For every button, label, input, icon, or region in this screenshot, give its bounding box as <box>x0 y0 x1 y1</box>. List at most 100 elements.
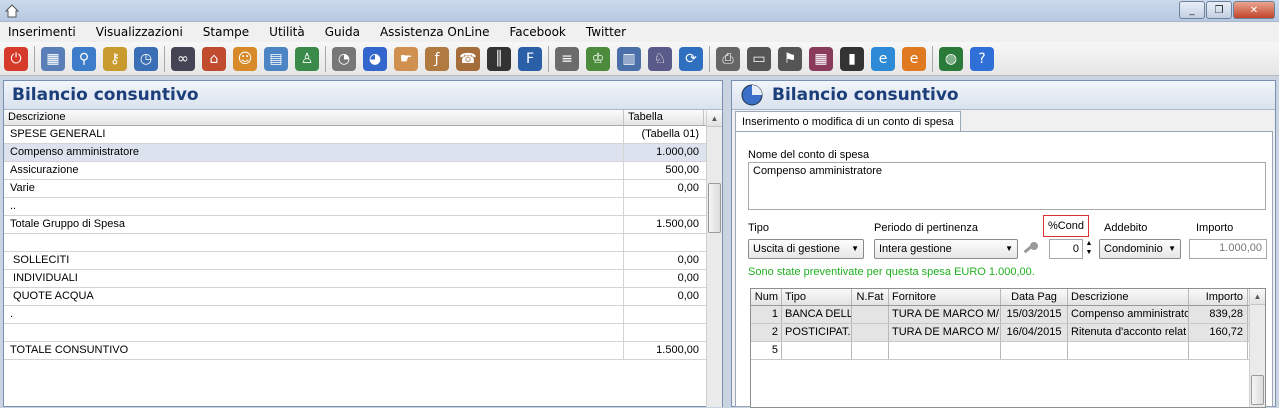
house-icon[interactable]: ⌂ <box>202 46 226 71</box>
barcode-icon[interactable]: ║ <box>487 46 511 71</box>
menu-facebook[interactable]: Facebook <box>501 25 577 39</box>
minimize-button[interactable]: _ <box>1179 1 1205 19</box>
menu-guida[interactable]: Guida <box>317 25 372 39</box>
account-name-field[interactable]: Compenso amministratore <box>748 162 1266 210</box>
payments-scrollbar[interactable]: ▲ <box>1249 289 1265 407</box>
addebito-select[interactable]: Condominio ▼ <box>1099 239 1181 259</box>
addebito-label: Addebito <box>1104 222 1148 234</box>
fx-hand-icon[interactable]: ƒ <box>425 46 449 71</box>
cond-stepper[interactable]: ▲ ▼ <box>1084 239 1094 259</box>
help-icon[interactable]: ? <box>970 46 994 71</box>
magnifier-icon[interactable]: ⚲ <box>72 46 96 71</box>
stamp-icon[interactable]: ⚑ <box>778 46 802 71</box>
menu-assistenza-online[interactable]: Assistenza OnLine <box>372 25 502 39</box>
close-button[interactable]: ✕ <box>1233 1 1275 19</box>
column-datapag[interactable]: Data Pag <box>1001 289 1068 305</box>
left-panel-header: Bilancio consuntivo <box>4 81 722 110</box>
table-cell: Ritenuta d'acconto relat <box>1068 324 1189 341</box>
f24-icon[interactable]: F <box>518 46 542 71</box>
earth-icon[interactable]: ◍ <box>939 46 963 71</box>
restore-button[interactable]: ❐ <box>1206 1 1232 19</box>
row-tabella: 500,00 <box>665 164 699 176</box>
globe-clock-icon[interactable]: ◷ <box>134 46 158 71</box>
row-tabella: 0,00 <box>677 290 699 302</box>
row-descrizione: SPESE GENERALI <box>4 126 624 143</box>
addebito-value: Condominio <box>1104 243 1163 255</box>
row-descrizione: Assicurazione <box>4 162 624 179</box>
table-cell: 2 <box>751 324 782 341</box>
menu-stampe[interactable]: Stampe <box>195 25 261 39</box>
column-descrizione[interactable]: Descrizione <box>1068 289 1189 305</box>
table-row[interactable]: 5 <box>751 342 1265 360</box>
binoculars-icon[interactable]: ∞ <box>171 46 195 71</box>
table-row[interactable]: QUOTE ACQUA 0,00 <box>4 288 722 306</box>
printer-icon[interactable]: ⎙ <box>716 46 740 71</box>
pie-chart-icon[interactable]: ◔ <box>332 46 356 71</box>
table-row[interactable]: Totale Gruppo di Spesa 1.500,00 <box>4 216 722 234</box>
menu-inserimenti[interactable]: Inserimenti <box>0 25 88 39</box>
table-row[interactable]: Varie 0,00 <box>4 180 722 198</box>
user-card-icon[interactable]: ♘ <box>648 46 672 71</box>
people-icon[interactable]: ☺ <box>233 46 257 71</box>
door-exit-icon[interactable]: ▮ <box>840 46 864 71</box>
person-globe-icon[interactable]: ♙ <box>295 46 319 71</box>
key-icon[interactable]: ⚷ <box>103 46 127 71</box>
report-icon[interactable]: ▥ <box>617 46 641 71</box>
document-icon[interactable]: ≡ <box>555 46 579 71</box>
em-icon[interactable]: e <box>902 46 926 71</box>
phone-hand-icon[interactable]: ☎ <box>456 46 480 71</box>
key-gray-icon[interactable] <box>1022 240 1040 258</box>
user-key-icon[interactable]: ♔ <box>586 46 610 71</box>
row-tabella: 0,00 <box>677 182 699 194</box>
right-panel: Bilancio consuntivo Inserimento o modifi… <box>731 80 1276 408</box>
cond-input[interactable]: 0 <box>1049 239 1083 259</box>
table-row[interactable]: .. <box>4 198 722 216</box>
column-fornitore[interactable]: Fornitore <box>889 289 1001 305</box>
tipo-select[interactable]: Uscita di gestione ▼ <box>748 239 864 259</box>
table-row[interactable] <box>4 234 722 252</box>
scroll-thumb[interactable] <box>708 183 721 233</box>
table-row[interactable]: Assicurazione 500,00 <box>4 162 722 180</box>
column-descrizione[interactable]: Descrizione <box>4 110 624 125</box>
table-row[interactable]: SOLLECITI 0,00 <box>4 252 722 270</box>
scroll-up-icon[interactable]: ▲ <box>1250 289 1265 305</box>
menu-utilita[interactable]: Utilità <box>261 25 317 39</box>
table-row[interactable]: 2 POSTICIPAT. TURA DE MARCO M/16/04/2015 Ri… <box>751 324 1265 342</box>
table-row[interactable]: . <box>4 306 722 324</box>
refresh-icon[interactable]: ⟳ <box>679 46 703 71</box>
column-importo[interactable]: Importo <box>1189 289 1248 305</box>
folder-books-icon[interactable]: ▦ <box>809 46 833 71</box>
globe-ie-icon[interactable]: e <box>871 46 895 71</box>
left-scrollbar[interactable]: ▲ <box>706 111 722 407</box>
right-panel-title: Bilancio consuntivo <box>772 85 959 105</box>
hand-icon[interactable]: ☛ <box>394 46 418 71</box>
table-row[interactable]: Compenso amministratore 1.000,00 <box>4 144 722 162</box>
scroll-up-icon[interactable]: ▲ <box>707 111 722 127</box>
table-row[interactable]: TOTALE CONSUNTIVO 1.500,00 <box>4 342 722 360</box>
calculator-icon[interactable]: ▦ <box>41 46 65 71</box>
power-icon[interactable]: ⏻ <box>4 46 28 71</box>
pie-chart-blue-icon[interactable]: ◕ <box>363 46 387 71</box>
periodo-select[interactable]: Intera gestione ▼ <box>874 239 1018 259</box>
table-row[interactable]: 1 BANCA DELL TURA DE MARCO M/15/03/2015 Com… <box>751 306 1265 324</box>
column-tabella[interactable]: Tabella <box>624 110 704 125</box>
table-row[interactable]: SPESE GENERALI (Tabella 01) <box>4 126 722 144</box>
table-cell <box>1189 342 1248 359</box>
grid-icon[interactable]: ▤ <box>264 46 288 71</box>
menu-twitter[interactable]: Twitter <box>578 25 638 39</box>
app-house-icon[interactable] <box>4 3 20 19</box>
tab-inserimento[interactable]: Inserimento o modifica di un conto di sp… <box>735 111 961 132</box>
table-row[interactable] <box>4 324 722 342</box>
column-tipo[interactable]: Tipo <box>782 289 852 305</box>
table-row[interactable]: INDIVIDUALI 0,00 <box>4 270 722 288</box>
column-nfat[interactable]: N.Fat <box>852 289 889 305</box>
scroll-thumb[interactable] <box>1251 375 1264 405</box>
table-cell: POSTICIPAT. <box>782 324 852 341</box>
scanner-icon[interactable]: ▭ <box>747 46 771 71</box>
menu-visualizzazioni[interactable]: Visualizzazioni <box>88 25 195 39</box>
column-num[interactable]: Num <box>751 289 782 305</box>
tipo-label: Tipo <box>748 222 769 234</box>
periodo-label: Periodo di pertinenza <box>874 222 978 234</box>
chevron-down-icon: ▼ <box>1005 244 1013 253</box>
payments-grid: Num Tipo N.Fat Fornitore Data Pag Descrizione… <box>750 288 1266 408</box>
